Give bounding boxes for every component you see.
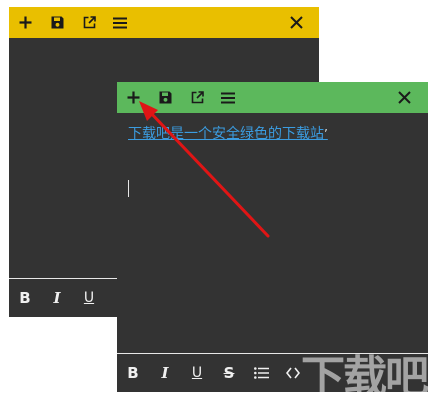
plus-icon bbox=[19, 16, 31, 29]
front-note-window: 下载吧是一个安全绿色的下载站’ B I U S bbox=[117, 82, 428, 392]
text-caret bbox=[128, 180, 129, 197]
menu-icon bbox=[221, 92, 235, 103]
underline-label: U bbox=[83, 290, 95, 306]
bold-label: B bbox=[19, 289, 31, 307]
open-external-button[interactable] bbox=[183, 82, 211, 113]
front-note-format-toolbar: B I U S bbox=[117, 353, 428, 392]
back-note-titlebar[interactable] bbox=[9, 7, 319, 38]
italic-label: I bbox=[53, 289, 61, 307]
content-suffix: ’ bbox=[324, 127, 328, 141]
menu-button[interactable] bbox=[214, 82, 242, 113]
code-icon bbox=[286, 367, 300, 379]
bold-button[interactable]: B bbox=[117, 354, 149, 392]
close-button[interactable] bbox=[390, 82, 418, 113]
close-icon bbox=[289, 16, 303, 29]
italic-button[interactable]: I bbox=[149, 354, 181, 392]
menu-button[interactable] bbox=[106, 7, 134, 38]
code-button[interactable] bbox=[277, 354, 309, 392]
plus-icon bbox=[127, 91, 139, 104]
underline-label: U bbox=[191, 365, 203, 381]
italic-button[interactable]: I bbox=[41, 279, 73, 317]
save-button[interactable] bbox=[43, 7, 71, 38]
content-link[interactable]: 下载吧是一个安全绿色的下载站’ bbox=[128, 123, 328, 143]
strikethrough-label: S bbox=[223, 364, 235, 382]
menu-icon bbox=[113, 17, 127, 28]
front-note-titlebar[interactable] bbox=[117, 82, 428, 113]
strikethrough-button[interactable]: S bbox=[213, 354, 245, 392]
close-button[interactable] bbox=[282, 7, 310, 38]
open-external-button[interactable] bbox=[75, 7, 103, 38]
new-note-button[interactable] bbox=[11, 7, 39, 38]
content-link-text: 下载吧是一个安全绿色的下载站 bbox=[128, 126, 324, 142]
save-button[interactable] bbox=[151, 82, 179, 113]
save-icon bbox=[159, 91, 171, 104]
note-content-area[interactable]: 下载吧是一个安全绿色的下载站’ bbox=[117, 113, 428, 354]
italic-label: I bbox=[161, 364, 169, 382]
bullet-list-button[interactable] bbox=[245, 354, 277, 392]
bullet-list-icon bbox=[253, 367, 269, 379]
bold-button[interactable]: B bbox=[9, 279, 41, 317]
close-icon bbox=[397, 91, 411, 104]
external-link-icon bbox=[83, 16, 96, 29]
plus-button[interactable] bbox=[119, 82, 147, 113]
save-icon bbox=[51, 16, 63, 29]
bold-label: B bbox=[127, 364, 139, 382]
external-link-icon bbox=[191, 91, 204, 104]
underline-button[interactable]: U bbox=[73, 279, 105, 317]
underline-button[interactable]: U bbox=[181, 354, 213, 392]
